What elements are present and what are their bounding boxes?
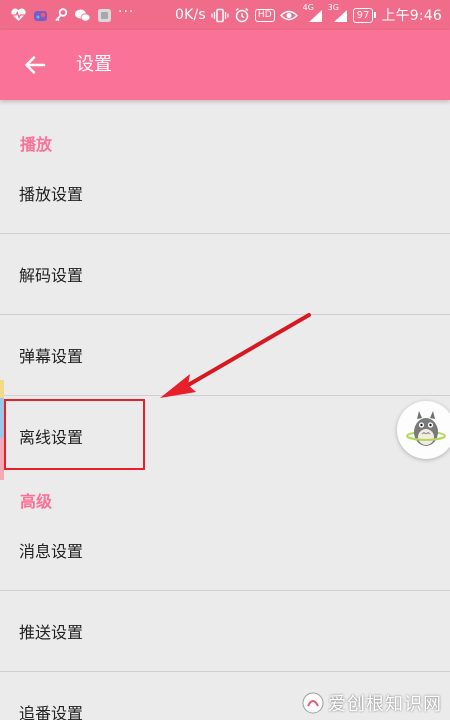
wechat-icon: [74, 8, 91, 23]
battery-icon: 97: [352, 7, 377, 23]
item-label: 解码设置: [19, 266, 84, 285]
status-bar: ··· 0K/s HD 4G 3G 97 上午9:46: [0, 0, 450, 30]
signal-3g-label: 3G: [327, 2, 339, 12]
section-header-playback: 播放: [20, 135, 53, 154]
vibrate-icon: [211, 8, 229, 23]
signal-4g-icon: 4G: [303, 3, 323, 23]
heart-pulse-icon: [10, 8, 27, 22]
key-icon: [54, 7, 68, 23]
settings-item-danmaku[interactable]: 弹幕设置: [0, 315, 450, 395]
watermark: 爱创根知识网: [302, 690, 442, 716]
item-label: 弹幕设置: [19, 347, 84, 366]
watermark-logo-icon: [302, 692, 324, 714]
settings-item-playback[interactable]: 播放设置: [0, 153, 450, 233]
edge-strip-yellow: [0, 380, 4, 398]
totoro-avatar-icon: [406, 411, 446, 446]
status-left-icons: ···: [10, 0, 134, 30]
item-label: 播放设置: [19, 185, 84, 204]
app-bar: 设置: [0, 30, 450, 100]
clock: 上午9:46: [381, 8, 442, 24]
battery-level: 97: [352, 7, 374, 23]
hd-icon: HD: [254, 8, 275, 22]
app-icon: [97, 8, 112, 23]
alarm-icon: [234, 7, 250, 23]
item-label: 消息设置: [19, 542, 84, 561]
signal-3g-icon: 3G: [328, 3, 348, 23]
settings-item-push[interactable]: 推送设置: [0, 591, 450, 671]
signal-4g-label: 4G: [302, 2, 314, 12]
page-title: 设置: [76, 54, 112, 75]
section-header-advanced: 高级: [20, 492, 53, 511]
highlight-box: [4, 399, 145, 470]
item-label: 追番设置: [19, 704, 84, 720]
watermark-text: 爱创根知识网: [328, 694, 442, 715]
settings-item-messages[interactable]: 消息设置: [0, 510, 450, 590]
more-notifications-dots: ···: [118, 4, 135, 20]
status-right-icons: 0K/s HD 4G 3G 97 上午9:46: [175, 0, 442, 30]
floating-assistant-button[interactable]: [397, 401, 450, 459]
bilibili-icon: [33, 8, 48, 23]
item-label: 推送设置: [19, 623, 84, 642]
net-speed: 0K/s: [175, 7, 206, 23]
eye-icon: [279, 9, 298, 22]
back-button[interactable]: [18, 50, 52, 80]
arrow-left-icon: [25, 56, 46, 74]
settings-item-decoding[interactable]: 解码设置: [0, 234, 450, 314]
